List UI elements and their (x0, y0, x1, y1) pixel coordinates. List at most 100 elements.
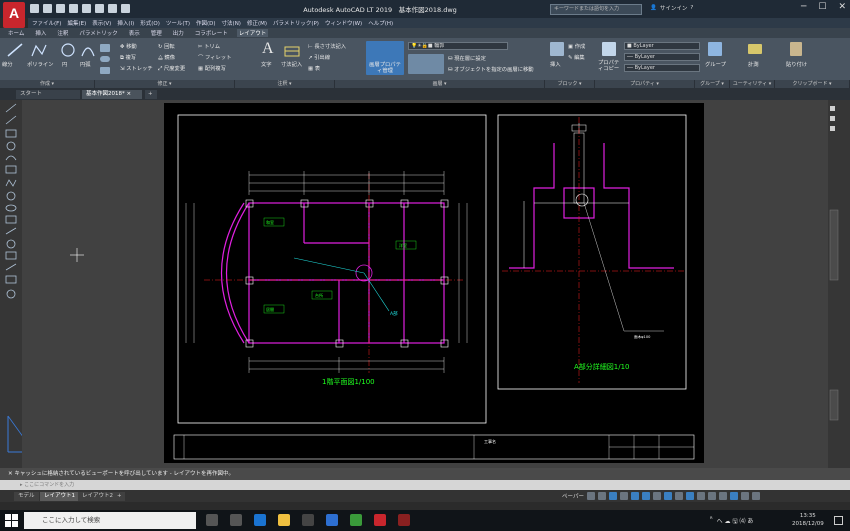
edge-icon[interactable] (254, 514, 266, 526)
otrack-icon[interactable] (641, 492, 650, 500)
measure-label[interactable]: 計測 (748, 60, 759, 68)
microphone-icon[interactable] (206, 514, 218, 526)
close-tab-icon[interactable]: × (127, 91, 132, 97)
linear-dim-tool[interactable]: ⊢ 長さ寸法記入 (308, 42, 346, 50)
selection-cycling-icon[interactable] (674, 492, 683, 500)
system-tray[interactable]: ᴿ へ ☁ 🖫 ⑷ あ (710, 516, 753, 527)
file-explorer-icon[interactable] (278, 514, 290, 526)
table-tool[interactable]: ▦ 表 (308, 64, 320, 72)
measure-icon[interactable] (748, 44, 762, 54)
panel-label-5[interactable]: プロパティ ▾ (595, 80, 695, 88)
task-view-icon[interactable] (230, 514, 242, 526)
mail-icon[interactable] (302, 514, 314, 526)
app-red-icon[interactable] (398, 514, 410, 526)
line-tool-label[interactable]: 線分 (2, 60, 13, 68)
ribbon-tab-7[interactable]: コラボレート (193, 29, 230, 37)
menu-item-9[interactable]: パラメトリック(P) (273, 19, 319, 27)
ribbon-tab-3[interactable]: パラメトリック (77, 29, 119, 37)
osnap-icon[interactable] (630, 492, 639, 500)
line-icon[interactable] (6, 42, 24, 58)
dimension-icon[interactable] (284, 44, 300, 58)
model-tab[interactable]: モデル (14, 492, 39, 501)
polyline-tool-label[interactable]: ポリライン (27, 60, 54, 68)
menu-item-10[interactable]: ウィンドウ(W) (325, 19, 362, 27)
rotate-tool[interactable]: ↻ 回転 (158, 42, 175, 50)
menu-item-4[interactable]: 形式(O) (140, 19, 160, 27)
panel-label-8[interactable]: クリップボード ▾ (775, 80, 850, 88)
edit-block-tool[interactable]: ✎ 編集 (568, 53, 585, 61)
match-properties-label[interactable]: プロパティコピー (598, 60, 622, 72)
print-icon[interactable] (95, 4, 104, 13)
signin-label[interactable]: サインイン (660, 4, 688, 12)
new-icon[interactable] (30, 4, 39, 13)
save-icon[interactable] (56, 4, 65, 13)
ribbon-tab-0[interactable]: ホーム (6, 29, 26, 37)
taskbar-search-input[interactable]: ここに入力して検索 (24, 512, 196, 529)
ribbon-tab-6[interactable]: 出力 (171, 29, 186, 37)
circle-tool-label[interactable]: 円 (62, 60, 67, 68)
hardware-accel-icon[interactable] (729, 492, 738, 500)
menu-item-6[interactable]: 作図(D) (196, 19, 216, 27)
paper-space-toggle[interactable]: ペーパー (562, 492, 584, 500)
create-block-tool[interactable]: ▣ 作成 (568, 42, 585, 50)
copy-tool[interactable]: ⧉ 複写 (120, 53, 136, 62)
ribbon-tab-1[interactable]: 挿入 (33, 29, 48, 37)
customize-menu-icon[interactable] (751, 492, 760, 500)
panel-label-3[interactable]: 画層 ▾ (335, 80, 545, 88)
paste-label[interactable]: 貼り付け (786, 60, 807, 68)
help-icon[interactable]: ? (690, 5, 693, 11)
right-toolbar-icons[interactable] (828, 100, 850, 468)
circle-icon[interactable] (60, 42, 76, 58)
layer-properties-label[interactable]: 画層プロパティ管理 (368, 62, 402, 74)
open-icon[interactable] (43, 4, 52, 13)
ribbon-tab-2[interactable]: 注釈 (55, 29, 70, 37)
rectangle-icon[interactable] (100, 44, 110, 52)
transparency-icon[interactable] (663, 492, 672, 500)
store-icon[interactable] (326, 514, 338, 526)
signin-area[interactable]: 👤 サインイン ? (650, 4, 693, 12)
tray-icons[interactable]: へ ☁ 🖫 ⑷ あ (717, 516, 754, 527)
polyline-icon[interactable] (30, 42, 48, 58)
ribbon-tab-8[interactable]: レイアウト (236, 29, 269, 37)
annotation-scale-icon[interactable] (685, 492, 694, 500)
leader-tool[interactable]: ↗ 引出線 (308, 53, 330, 61)
layer-dropdown[interactable]: 💡☀🔓■ 輪郭 (408, 42, 508, 50)
trim-tool[interactable]: ✂ トリム (198, 42, 220, 50)
web-mobile-icon[interactable] (82, 4, 91, 13)
windows-start-icon[interactable] (5, 514, 19, 527)
minimize-icon[interactable]: ─ (801, 2, 806, 12)
panel-label-2[interactable]: 注釈 ▾ (235, 80, 335, 88)
autocad-taskbar-icon[interactable] (374, 514, 386, 526)
match-properties-icon[interactable] (602, 42, 616, 56)
menu-item-2[interactable]: 表示(V) (92, 19, 111, 27)
ellipse-icon[interactable] (100, 56, 110, 62)
maximize-icon[interactable]: ☐ (818, 2, 826, 12)
ribbon-tab-5[interactable]: 管理 (149, 29, 164, 37)
panel-label-4[interactable]: ブロック ▾ (545, 80, 595, 88)
stretch-tool[interactable]: ⇲ ストレッチ (120, 64, 153, 72)
lineweight-icon[interactable] (652, 492, 661, 500)
start-tab[interactable]: スタート (16, 90, 80, 99)
redo-icon[interactable] (121, 4, 130, 13)
ribbon-tab-4[interactable]: 表示 (127, 29, 142, 37)
lineweight-dropdown[interactable]: ── ByLayer (624, 64, 700, 72)
panel-label-7[interactable]: ユーティリティ ▾ (730, 80, 775, 88)
move-tool[interactable]: ✥ 移動 (120, 42, 137, 50)
keyword-search-input[interactable]: キーワードまたは語句を入力 (550, 4, 642, 15)
menu-item-0[interactable]: ファイル(F) (32, 19, 61, 27)
plus-icon[interactable] (707, 492, 716, 500)
match-layer-tool[interactable]: ⛁ オブジェクトを指定の画層に移動 (448, 65, 534, 73)
array-tool[interactable]: ▦ 配列複写 (198, 64, 226, 72)
new-layout-button[interactable]: + (114, 492, 125, 501)
save-as-icon[interactable] (69, 4, 78, 13)
group-label[interactable]: グループ (705, 60, 726, 68)
menu-item-7[interactable]: 寸法(N) (222, 19, 241, 27)
layer-state-icons[interactable] (408, 54, 444, 74)
menu-item-1[interactable]: 編集(E) (67, 19, 86, 27)
layout1-tab[interactable]: レイアウト1 (40, 492, 79, 501)
workspace-gear-icon[interactable] (696, 492, 705, 500)
insert-label[interactable]: 挿入 (550, 60, 561, 68)
new-tab-button[interactable]: + (145, 90, 157, 99)
menu-item-8[interactable]: 修正(M) (247, 19, 267, 27)
menu-item-5[interactable]: ツール(T) (166, 19, 190, 27)
